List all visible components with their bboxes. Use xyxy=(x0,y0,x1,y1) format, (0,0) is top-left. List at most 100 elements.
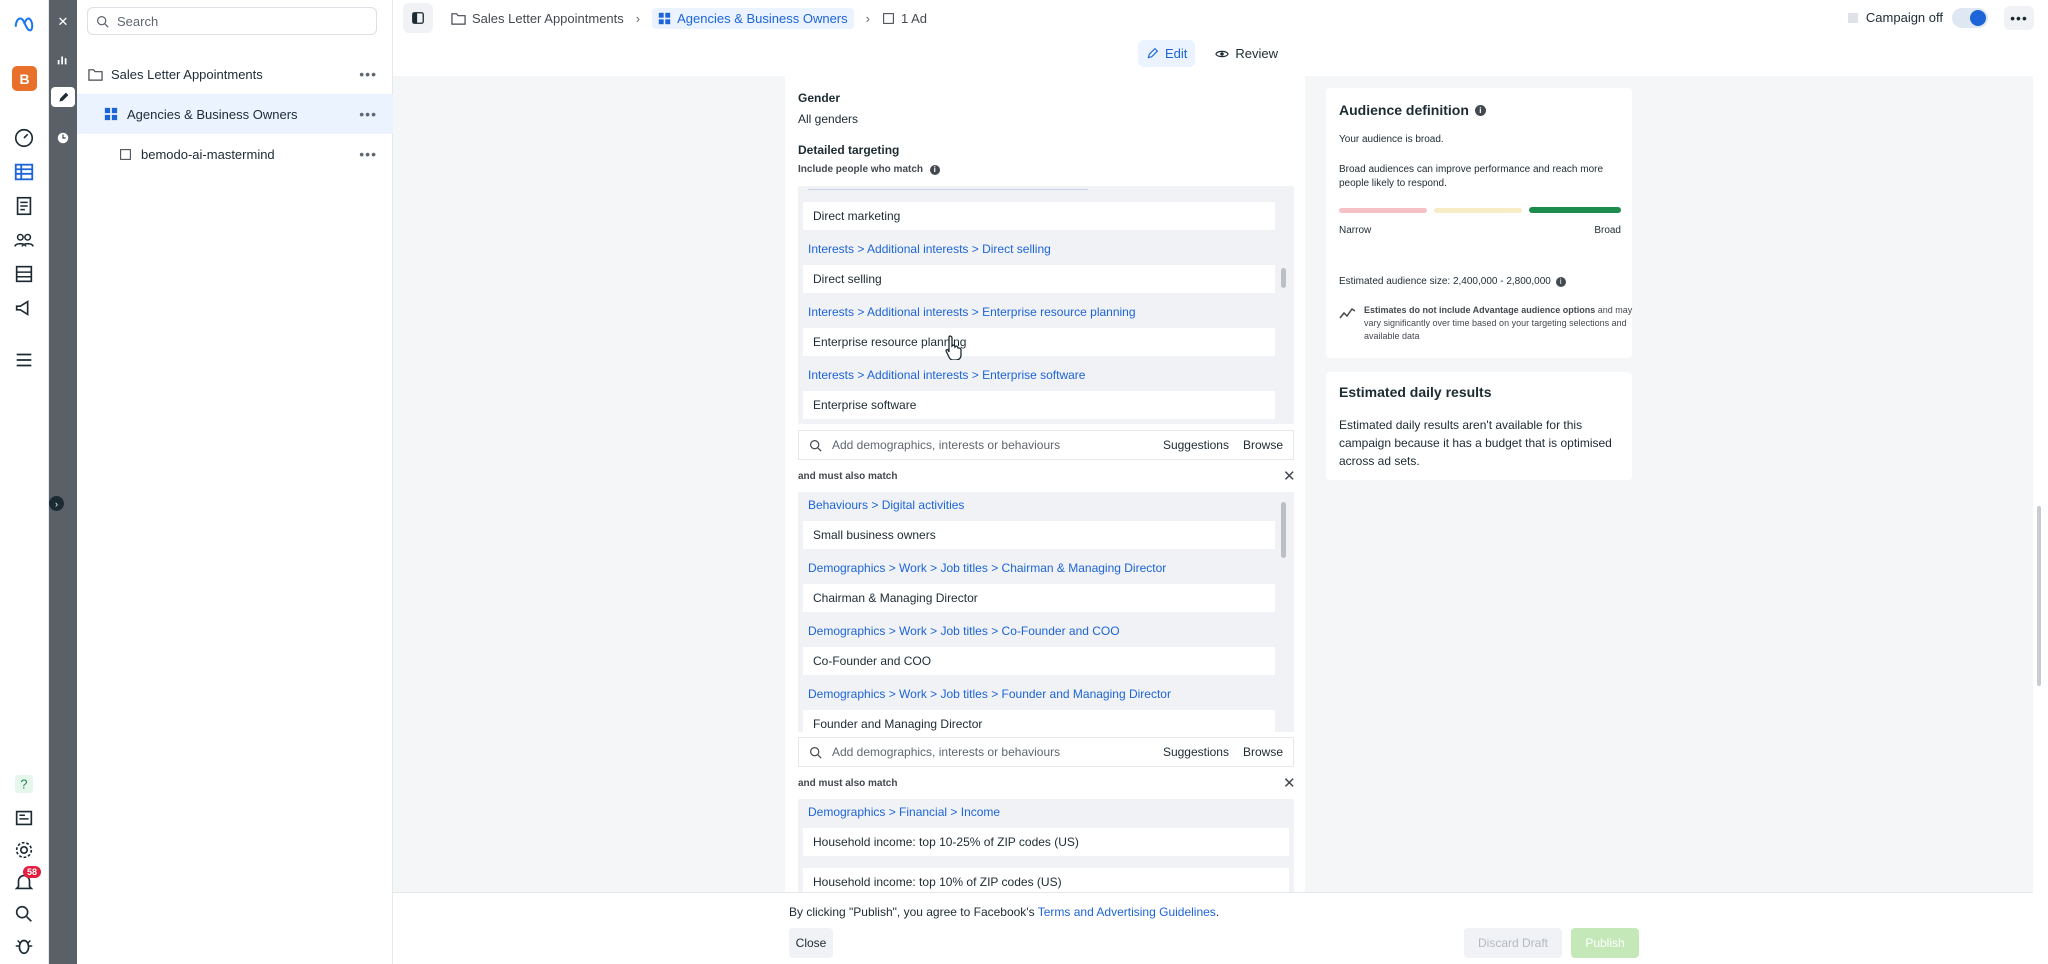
targeting-item[interactable]: Enterprise resource planning xyxy=(803,328,1275,356)
daily-results-card: Estimated daily results Estimated daily … xyxy=(1326,372,1632,480)
account-avatar[interactable]: B xyxy=(12,66,37,91)
search-icon[interactable] xyxy=(12,902,36,926)
news-icon[interactable] xyxy=(12,806,36,830)
targeting-path: Demographics > Financial > Income xyxy=(808,805,1001,819)
campaign-toggle[interactable] xyxy=(1952,8,1988,28)
gauge-mid-segment xyxy=(1434,208,1522,213)
gauge-narrow-segment xyxy=(1339,208,1427,213)
tree-item-ad[interactable]: bemodo-ai-mastermind ••• xyxy=(77,134,393,174)
targeting-item[interactable]: Direct selling xyxy=(803,265,1275,293)
note-bold: Estimates do not include Advantage audie… xyxy=(1364,305,1596,315)
editor-tool-strip: ✕ xyxy=(49,0,77,964)
narrow-targeting-list-2: Demographics > Financial > Income Househ… xyxy=(798,799,1294,892)
campaigns-table-icon[interactable] xyxy=(12,160,36,184)
info-icon[interactable]: i xyxy=(929,165,940,175)
add-targeting-input[interactable]: Add demographics, interests or behaviour… xyxy=(798,737,1294,767)
dashboard-icon[interactable] xyxy=(12,126,36,150)
tree-search-placeholder: Search xyxy=(117,13,159,29)
pencil-icon xyxy=(1147,47,1159,59)
bug-report-icon[interactable] xyxy=(12,934,36,958)
browse-link[interactable]: Browse xyxy=(1243,745,1283,759)
terms-suffix: . xyxy=(1215,905,1220,919)
gauge-narrow-label: Narrow xyxy=(1339,225,1372,236)
audience-definition-title: Audience definition i xyxy=(1339,102,1486,118)
gender-label: Gender xyxy=(798,91,841,105)
targeting-path: Behaviours > Digital activities xyxy=(808,498,965,512)
add-targeting-placeholder: Add demographics, interests or behaviour… xyxy=(832,745,1061,759)
targeting-item[interactable]: Direct marketing xyxy=(803,202,1275,230)
tree-item-adset[interactable]: Agencies & Business Owners ••• xyxy=(77,94,393,134)
targeting-item[interactable]: Household income: top 10% of ZIP codes (… xyxy=(803,868,1289,892)
suggestions-link[interactable]: Suggestions xyxy=(1163,438,1229,452)
hand-cursor-icon xyxy=(945,335,962,360)
pages-icon[interactable] xyxy=(12,194,36,218)
edit-review-switch: Edit Review xyxy=(1138,40,1286,67)
info-icon[interactable]: i xyxy=(1474,104,1486,116)
campaign-tree-panel: Search Sales Letter Appointments ••• Age… xyxy=(77,0,393,964)
tree-search-input[interactable]: Search xyxy=(87,7,377,35)
pencil-edit-icon[interactable] xyxy=(51,87,75,107)
include-label-text: Include people who match xyxy=(798,164,924,175)
notification-count-badge: 58 xyxy=(23,866,42,878)
browse-link[interactable]: Browse xyxy=(1243,438,1283,452)
narrow-targeting-list-1: Behaviours > Digital activities Small bu… xyxy=(798,492,1294,732)
targeting-path: Interests > Additional interests > Direc… xyxy=(808,242,1051,256)
terms-link[interactable]: Terms and Advertising Guidelines xyxy=(1038,905,1216,919)
discard-draft-button[interactable]: Discard Draft xyxy=(1464,928,1562,958)
info-icon[interactable]: i xyxy=(1555,276,1566,287)
close-icon[interactable]: ✕ xyxy=(53,12,73,32)
more-options-icon[interactable]: ••• xyxy=(359,146,377,162)
more-options-icon[interactable]: ••• xyxy=(359,66,377,82)
left-nav-rail: B ? 58 xyxy=(0,0,49,964)
remove-group-close-icon[interactable]: ✕ xyxy=(1283,774,1296,792)
audience-definition-card: Audience definition i Your audience is b… xyxy=(1326,88,1632,358)
publish-button[interactable]: Publish xyxy=(1571,928,1639,958)
breadcrumb-ad[interactable]: 1 Ad xyxy=(882,11,927,26)
collapse-chevron-icon[interactable]: › xyxy=(49,496,64,511)
daily-results-text: Estimated daily results aren't available… xyxy=(1339,418,1612,468)
folder-icon xyxy=(87,66,103,82)
targeting-item[interactable]: Household income: top 10-25% of ZIP code… xyxy=(803,828,1289,856)
clock-history-icon[interactable] xyxy=(53,128,73,148)
edit-mode-button[interactable]: Edit xyxy=(1138,40,1196,67)
breadcrumb-adset[interactable]: Agencies & Business Owners xyxy=(652,7,854,29)
targeting-item[interactable]: Enterprise software xyxy=(803,391,1275,419)
chevron-right-icon: › xyxy=(865,10,870,26)
targeting-item[interactable]: Founder and Managing Director xyxy=(803,710,1275,732)
ad-page-icon xyxy=(117,146,133,162)
targeting-item[interactable]: Co-Founder and COO xyxy=(803,647,1275,675)
page-scrollbar[interactable] xyxy=(2033,76,2048,964)
bar-chart-icon[interactable] xyxy=(53,50,73,70)
suggestions-link[interactable]: Suggestions xyxy=(1163,745,1229,759)
help-icon[interactable]: ? xyxy=(12,772,36,796)
menu-lines-icon[interactable] xyxy=(12,348,36,372)
add-targeting-placeholder: Add demographics, interests or behaviour… xyxy=(832,438,1061,452)
megaphone-icon[interactable] xyxy=(12,296,36,320)
list-scrollbar[interactable] xyxy=(1281,268,1286,288)
targeting-item[interactable]: Small business owners xyxy=(803,521,1275,549)
catalog-icon[interactable] xyxy=(12,262,36,286)
tree-item-label: Agencies & Business Owners xyxy=(127,106,298,122)
add-targeting-input[interactable]: Add demographics, interests or behaviour… xyxy=(798,430,1294,460)
tree-item-campaign[interactable]: Sales Letter Appointments ••• xyxy=(77,54,393,94)
settings-gear-icon[interactable] xyxy=(12,838,36,862)
remove-group-close-icon[interactable]: ✕ xyxy=(1283,467,1296,485)
more-menu-icon[interactable]: ••• xyxy=(2004,6,2034,30)
audiences-icon[interactable] xyxy=(12,228,36,252)
clipped-row xyxy=(808,186,1088,190)
audience-size-text: Estimated audience size: 2,400,000 - 2,8… xyxy=(1339,276,1551,287)
terms-prefix: By clicking "Publish", you agree to Face… xyxy=(789,905,1038,919)
review-mode-button[interactable]: Review xyxy=(1207,40,1286,67)
meta-logo-icon[interactable] xyxy=(12,12,36,36)
breadcrumb-adset-label: Agencies & Business Owners xyxy=(677,10,848,26)
breadcrumb-campaign[interactable]: Sales Letter Appointments xyxy=(451,11,624,26)
tree-item-label: Sales Letter Appointments xyxy=(111,66,263,82)
more-options-icon[interactable]: ••• xyxy=(359,106,377,122)
search-icon xyxy=(810,439,822,452)
audience-title-text: Audience definition xyxy=(1339,102,1469,118)
sidebar-toggle-icon[interactable] xyxy=(403,3,433,33)
list-scrollbar[interactable] xyxy=(1281,502,1286,558)
targeting-item[interactable]: Chairman & Managing Director xyxy=(803,584,1275,612)
close-button[interactable]: Close xyxy=(789,928,833,958)
gender-value[interactable]: All genders xyxy=(798,112,858,126)
